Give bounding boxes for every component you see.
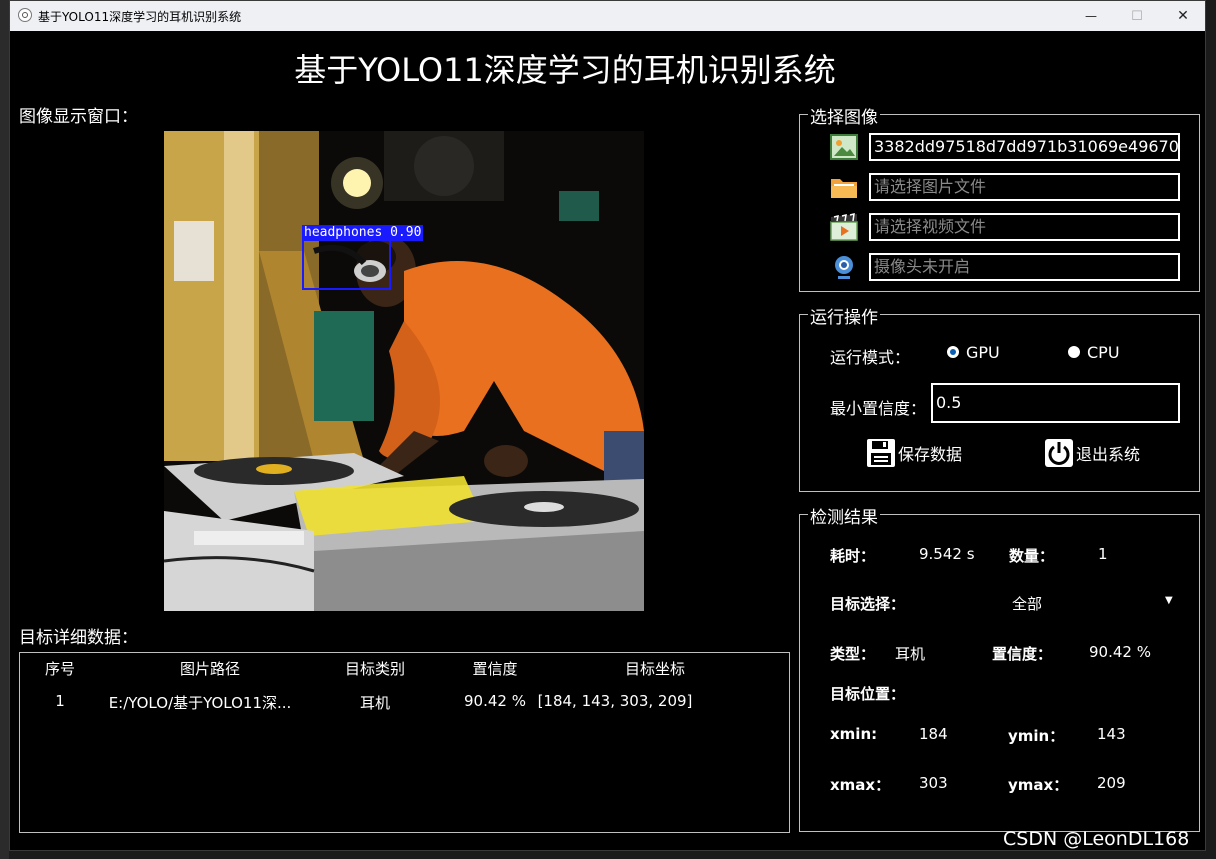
run-ops-group: 运行操作 运行模式： GPU CPU 最小置信度： 0.5 保存数据 退出系统: [799, 303, 1200, 492]
minimize-button[interactable]: —: [1068, 1, 1114, 31]
image-file-field[interactable]: 3382dd97518d7dd971b31069e49670.jpg: [869, 133, 1180, 161]
close-icon: ✕: [1177, 8, 1189, 24]
detection-box: [302, 239, 391, 290]
results-table[interactable]: 序号 图片路径 目标类别 置信度 目标坐标 1 E:/YOLO/基于YOLO11…: [19, 652, 790, 833]
column-header-class[interactable]: 目标类别: [335, 658, 415, 679]
detection-results-title: 检测结果: [808, 503, 880, 528]
image-icon[interactable]: [830, 133, 858, 161]
column-header-coords[interactable]: 目标坐标: [610, 658, 700, 679]
exit-system-label: 退出系统: [1076, 445, 1141, 464]
xmax-label: xmax：: [830, 776, 891, 794]
table-cell-coords[interactable]: [184, 143, 303, 209]: [535, 692, 695, 710]
gpu-radio[interactable]: [947, 346, 959, 358]
detection-label: headphones 0.90: [302, 225, 424, 241]
select-image-group: 选择图像 3382dd97518d7dd971b31069e49670.jpg …: [799, 103, 1200, 292]
app-icon: [18, 8, 32, 22]
time-label: 耗时：: [830, 547, 876, 565]
power-icon: [1045, 439, 1073, 467]
save-data-button[interactable]: 保存数据: [866, 437, 962, 469]
target-select-value: 全部: [1012, 595, 1043, 613]
result-confidence-value: 90.42 %: [1089, 643, 1151, 661]
count-label: 数量：: [1009, 547, 1055, 565]
count-value: 1: [1098, 545, 1108, 563]
background-editor-strip: [0, 0, 9, 859]
close-button[interactable]: ✕: [1160, 1, 1206, 31]
table-cell-index[interactable]: 1: [40, 692, 80, 710]
save-icon: [867, 439, 895, 467]
target-select-label: 目标选择：: [830, 595, 906, 613]
column-header-path[interactable]: 图片路径: [150, 658, 270, 679]
app-window: 基于YOLO11深度学习的耳机识别系统 — ☐ ✕ 基于YOLO11深度学习的耳…: [9, 0, 1206, 851]
type-value: 耳机: [895, 645, 926, 663]
folder-icon[interactable]: [830, 173, 858, 201]
detection-image: [164, 131, 644, 611]
gpu-radio-label[interactable]: GPU: [966, 343, 1000, 362]
camera-field[interactable]: 摄像头未开启: [869, 253, 1180, 281]
csdn-watermark: CSDN @LeonDL168: [1003, 828, 1190, 850]
ymax-value: 209: [1097, 774, 1126, 792]
title-bar[interactable]: 基于YOLO11深度学习的耳机识别系统 — ☐ ✕: [10, 1, 1205, 31]
run-mode-label: 运行模式：: [830, 348, 911, 367]
page-title: 基于YOLO11深度学习的耳机识别系统: [294, 51, 836, 89]
detection-results-group: 检测结果 耗时： 9.542 s 数量： 1 目标选择： 全部 ▼ 类型： 耳机…: [799, 503, 1200, 832]
table-cell-confidence[interactable]: 90.42 %: [455, 692, 535, 710]
run-ops-title: 运行操作: [808, 303, 880, 328]
xmax-value: 303: [919, 774, 948, 792]
cpu-radio[interactable]: [1068, 346, 1080, 358]
target-select-dropdown[interactable]: 全部 ▼: [950, 587, 1180, 617]
cpu-radio-label[interactable]: CPU: [1087, 343, 1120, 362]
exit-system-button[interactable]: 退出系统: [1044, 437, 1140, 469]
result-confidence-label: 置信度：: [992, 645, 1053, 663]
xmin-label: xmin:: [830, 725, 878, 743]
ymin-value: 143: [1097, 725, 1126, 743]
confidence-label: 最小置信度：: [830, 399, 927, 418]
image-display-label: 图像显示窗口：: [19, 107, 138, 127]
table-cell-path[interactable]: E:/YOLO/基于YOLO11深...: [100, 692, 300, 713]
webcam-icon[interactable]: [830, 253, 858, 281]
select-image-title: 选择图像: [808, 103, 880, 128]
details-label: 目标详细数据：: [19, 628, 138, 648]
time-value: 9.542 s: [919, 545, 975, 563]
save-data-label: 保存数据: [898, 445, 963, 464]
image-folder-field[interactable]: 请选择图片文件: [869, 173, 1180, 201]
xmin-value: 184: [919, 725, 948, 743]
type-label: 类型：: [830, 645, 876, 663]
minimize-icon: —: [1085, 9, 1097, 23]
window-title: 基于YOLO11深度学习的耳机识别系统: [38, 10, 242, 24]
target-position-label: 目标位置：: [830, 685, 906, 703]
dj-scene-illustration: [164, 131, 644, 611]
video-file-field[interactable]: 请选择视频文件: [869, 213, 1180, 241]
column-header-confidence[interactable]: 置信度: [460, 658, 530, 679]
video-icon[interactable]: [830, 213, 858, 241]
ymin-label: ymin：: [1008, 727, 1065, 745]
table-cell-class[interactable]: 耳机: [335, 692, 415, 713]
maximize-icon: ☐: [1131, 8, 1143, 24]
ymax-label: ymax：: [1008, 776, 1069, 794]
confidence-input[interactable]: 0.5: [931, 383, 1180, 423]
maximize-button[interactable]: ☐: [1114, 1, 1160, 31]
column-header-index[interactable]: 序号: [40, 658, 80, 679]
chevron-down-icon: ▼: [1165, 595, 1173, 606]
